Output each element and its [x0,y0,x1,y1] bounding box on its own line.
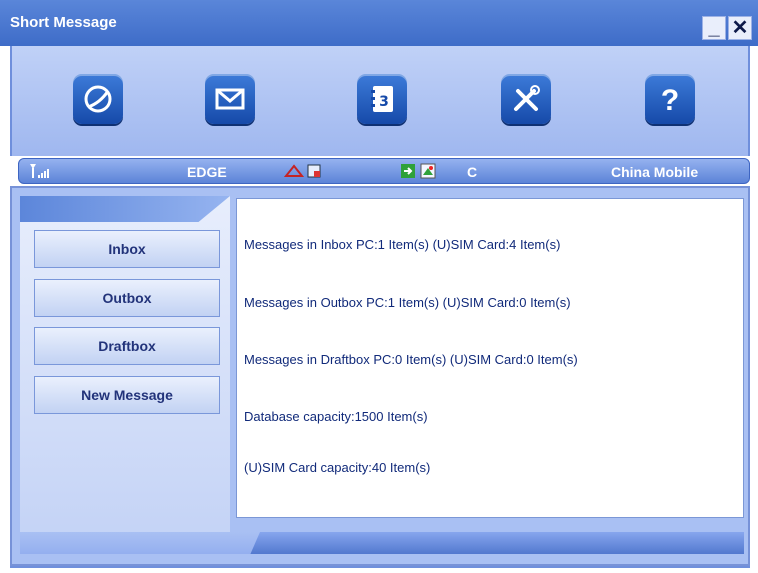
footer-curve [20,532,260,554]
svg-text:?: ? [661,84,679,117]
toolbar: 3 ? [10,46,750,156]
bottom-border [10,566,750,568]
data-transfer-icon [399,162,439,183]
database-capacity: Database capacity:1500 Item(s) [244,409,428,424]
sidebar-item-new-message[interactable]: New Message [34,376,220,414]
window-title: Short Message [10,14,117,31]
help-button[interactable]: ? [645,74,695,124]
operator-name: China Mobile [611,164,699,180]
draftbox-summary: Messages in Draftbox PC:0 Item(s) (U)SIM… [244,352,578,367]
messages-button[interactable] [205,74,255,124]
network-type: EDGE [187,164,227,180]
sidebar-item-inbox[interactable]: Inbox [34,230,220,268]
internet-button[interactable] [73,74,123,124]
minimize-button[interactable]: _ [702,16,726,40]
footer-band [20,532,744,554]
message-icon [215,88,245,110]
close-button[interactable]: ✕ [728,16,752,40]
sidebar-item-draftbox[interactable]: Draftbox [34,327,220,365]
sidebar-item-outbox[interactable]: Outbox [34,279,220,317]
status-bar: EDGE C China Mobile [18,158,750,184]
svg-text:3: 3 [379,94,389,110]
settings-button[interactable] [501,74,551,124]
internet-icon [84,85,112,113]
app-window: Short Message _ ✕ 3 ? EDGE C China Mobil… [0,0,758,573]
signal-icon [29,163,51,182]
settings-icon [514,85,540,111]
inbox-summary: Messages in Inbox PC:1 Item(s) (U)SIM Ca… [244,237,561,252]
sim-capacity: (U)SIM Card capacity:40 Item(s) [244,460,431,475]
main-body: Inbox Outbox Draftbox New Message Messag… [10,186,750,566]
contacts-icon: 3 [371,86,393,112]
outbox-summary: Messages in Outbox PC:1 Item(s) (U)SIM C… [244,295,571,310]
help-icon: ? [661,84,679,117]
roaming-flag: C [467,164,478,180]
title-bar: Short Message _ ✕ [0,0,758,46]
sidebar: Inbox Outbox Draftbox New Message [20,196,230,538]
contacts-button[interactable]: 3 [357,74,407,124]
sms-status-icon [283,162,324,183]
sidebar-tab [20,196,230,222]
message-summary-panel: Messages in Inbox PC:1 Item(s) (U)SIM Ca… [236,198,744,518]
